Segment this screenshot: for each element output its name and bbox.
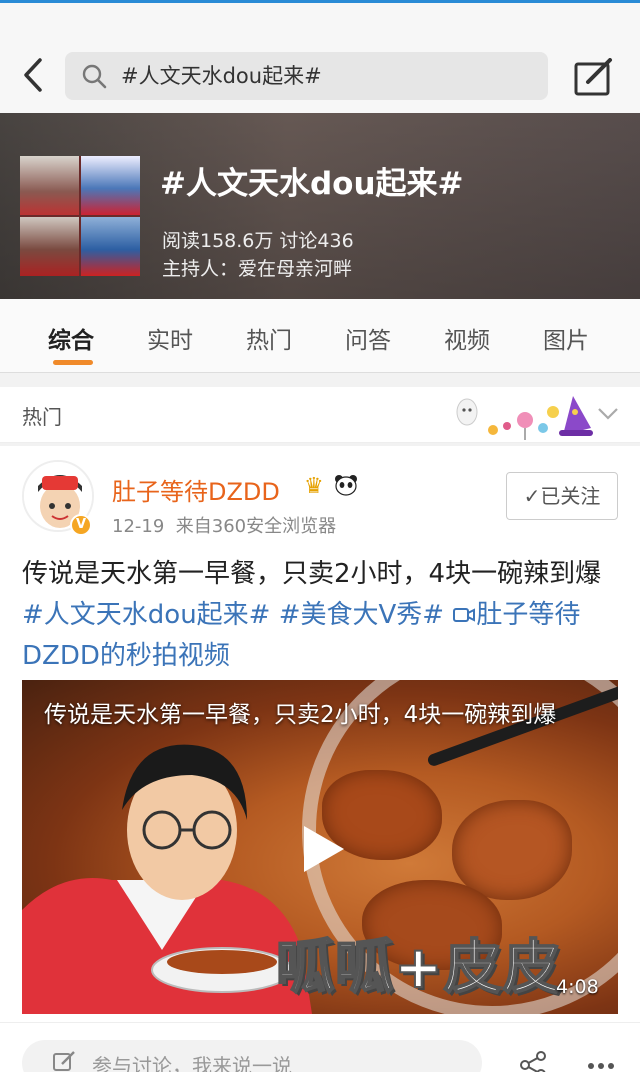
topic-title: #人文天水dou起来# — [160, 166, 464, 202]
top-bar: #人文天水dou起来# — [0, 3, 640, 113]
post-meta: 12-19 来自360安全浏览器 — [112, 512, 336, 538]
comment-placeholder: 参与讨论，我来说一说 — [92, 1054, 292, 1072]
post-source: 来自360安全浏览器 — [175, 516, 337, 537]
chevron-down-icon[interactable] — [596, 405, 620, 423]
video-link-icon — [453, 608, 476, 622]
topic-host: 主持人：爱在母亲河畔 — [162, 258, 353, 280]
back-icon[interactable] — [18, 55, 48, 95]
tab-bar: 综合 实时 热门 问答 视频 图片 — [0, 299, 640, 373]
tab-comprehensive[interactable]: 综合 — [48, 321, 94, 355]
hashtag-link[interactable]: #人文天水dou起来# — [22, 600, 270, 630]
edit-icon[interactable] — [572, 58, 614, 98]
topic-stats: 阅读158.6万 讨论436 — [162, 230, 354, 252]
video-duration: 4:08 — [556, 976, 599, 998]
follow-button[interactable]: ✓已关注 — [506, 472, 618, 520]
section-header: 热门 — [0, 387, 640, 443]
divider — [0, 1022, 640, 1023]
topic-cover-image — [20, 156, 140, 276]
video-caption: 传说是天水第一早餐，只卖2小时，4块一碗辣到爆 — [44, 702, 557, 728]
topic-header: #人文天水dou起来# 阅读158.6万 讨论436 主持人：爱在母亲河畔 — [0, 113, 640, 299]
tab-video[interactable]: 视频 — [444, 321, 490, 355]
more-icon[interactable] — [586, 1056, 616, 1072]
post-text: 传说是天水第一早餐，只卖2小时，4块一碗辣到爆 #人文天水dou起来# #美食大V… — [22, 554, 622, 677]
tab-hot[interactable]: 热门 — [246, 321, 292, 355]
play-icon[interactable] — [300, 824, 346, 874]
search-icon — [82, 64, 107, 89]
crown-badge-icon: ♛ — [304, 474, 324, 499]
verified-badge-icon: V — [70, 514, 92, 536]
post-time: 12-19 — [112, 516, 165, 537]
post-card: V 肚子等待DZDD ♛ 12-19 来自360安全浏览器 ✓已关注 传说是天水… — [0, 446, 640, 1072]
tab-qa[interactable]: 问答 — [345, 321, 391, 355]
author-name[interactable]: 肚子等待DZDD — [112, 472, 280, 507]
tab-realtime[interactable]: 实时 — [147, 321, 193, 355]
video-player[interactable]: 传说是天水第一早餐，只卖2小时，4块一碗辣到爆 呱呱+皮皮 4:08 — [22, 680, 618, 1014]
panda-badge-icon — [335, 475, 357, 496]
video-sticker-text: 呱呱+皮皮 — [275, 932, 562, 1002]
hashtag-link[interactable]: #美食大V秀# — [279, 600, 444, 630]
share-icon[interactable] — [518, 1050, 548, 1072]
halloween-decoration-icon — [456, 396, 593, 440]
post-body: 传说是天水第一早餐，只卖2小时，4块一碗辣到爆 — [22, 559, 602, 589]
tab-pictures[interactable]: 图片 — [543, 321, 589, 355]
active-tab-indicator — [53, 360, 93, 365]
pencil-icon — [53, 1051, 75, 1071]
comment-input[interactable]: 参与讨论，我来说一说 — [22, 1040, 482, 1072]
section-title: 热门 — [22, 405, 62, 429]
search-input[interactable]: #人文天水dou起来# — [65, 52, 548, 100]
search-query: #人文天水dou起来# — [121, 64, 322, 88]
